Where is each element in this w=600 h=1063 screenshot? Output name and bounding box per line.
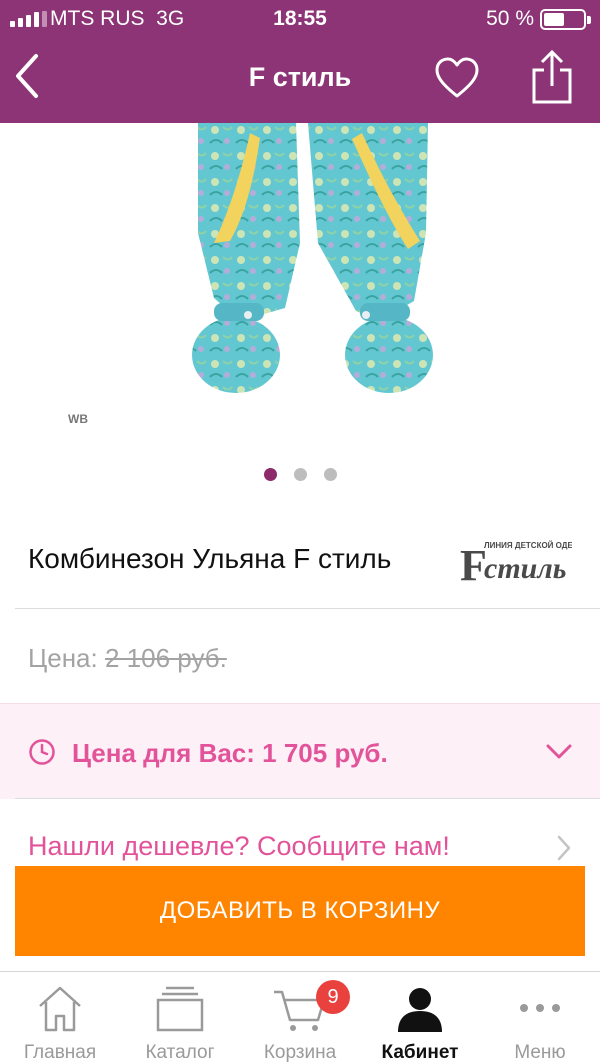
battery-icon bbox=[540, 9, 591, 30]
heart-icon bbox=[435, 57, 479, 98]
found-cheaper-link[interactable]: Нашли дешевле? Сообщите нам! bbox=[28, 831, 450, 862]
pagination-dot-active[interactable] bbox=[263, 468, 277, 481]
product-photo bbox=[192, 123, 433, 393]
brand-logo-wordmark: стиль bbox=[484, 552, 566, 584]
chevron-right-icon[interactable] bbox=[554, 833, 574, 863]
personal-price-row[interactable]: Цена для Вас: 1 705 руб. bbox=[0, 703, 600, 799]
home-icon bbox=[39, 986, 81, 1032]
brand-logo[interactable]: F ЛИНИЯ ДЕТСКОЙ ОДЕЖДЫ стиль bbox=[458, 536, 594, 590]
brand-logo-image: F ЛИНИЯ ДЕТСКОЙ ОДЕЖДЫ стиль bbox=[458, 536, 594, 590]
tab-label: Меню bbox=[514, 1042, 566, 1063]
product-title: Комбинезон Ульяна F стиль bbox=[28, 543, 392, 574]
brand-logo-caption: ЛИНИЯ ДЕТСКОЙ ОДЕЖДЫ bbox=[484, 541, 572, 550]
chevron-left-icon bbox=[16, 54, 38, 98]
add-to-cart-button[interactable]: ДОБАВИТЬ В КОРЗИНУ bbox=[15, 866, 585, 956]
chevron-down-icon bbox=[546, 744, 572, 759]
tab-home[interactable]: Главная bbox=[0, 972, 120, 1063]
clock-icon bbox=[29, 739, 55, 765]
image-watermark: WB bbox=[68, 412, 88, 426]
divider bbox=[15, 608, 600, 609]
cart-count-badge: 9 bbox=[316, 980, 350, 1014]
more-icon bbox=[520, 1004, 560, 1012]
tab-label: Каталог bbox=[145, 1042, 215, 1063]
personal-price: Цена для Вас: 1 705 руб. bbox=[72, 738, 388, 768]
tab-account[interactable]: Кабинет bbox=[360, 972, 480, 1063]
tab-menu[interactable]: Меню bbox=[480, 972, 600, 1063]
status-bar: MTS RUS 3G 18:55 50 % bbox=[0, 0, 600, 38]
back-button[interactable] bbox=[8, 50, 48, 102]
battery-percent: 50 % bbox=[486, 7, 534, 30]
tab-label: Главная bbox=[23, 1042, 97, 1063]
top-bar: MTS RUS 3G 18:55 50 % F стиль bbox=[0, 0, 600, 123]
page-title: F стиль bbox=[248, 62, 352, 92]
tab-label: Корзина bbox=[263, 1042, 337, 1063]
old-price-value: 2 106 руб. bbox=[104, 643, 227, 673]
old-price: Цена: 2 106 руб. bbox=[28, 643, 227, 674]
tab-catalog[interactable]: Каталог bbox=[120, 972, 240, 1063]
user-icon bbox=[398, 988, 442, 1032]
tab-bar: Главная Каталог Корзина 9 Кабинет Меню bbox=[0, 971, 600, 1063]
navigation-bar: F стиль bbox=[0, 38, 600, 123]
gallery-pagination bbox=[0, 468, 600, 481]
catalog-icon bbox=[156, 986, 204, 1032]
svg-text:F: F bbox=[460, 541, 487, 584]
share-icon bbox=[532, 49, 572, 104]
favorite-button[interactable] bbox=[432, 54, 482, 104]
pagination-dot[interactable] bbox=[323, 468, 337, 481]
product-image-gallery[interactable]: WB bbox=[0, 123, 600, 453]
share-button[interactable] bbox=[528, 48, 576, 106]
pagination-dot[interactable] bbox=[293, 468, 307, 481]
divider bbox=[15, 798, 600, 799]
tab-label: Кабинет bbox=[381, 1042, 459, 1063]
old-price-label: Цена: bbox=[28, 643, 98, 673]
